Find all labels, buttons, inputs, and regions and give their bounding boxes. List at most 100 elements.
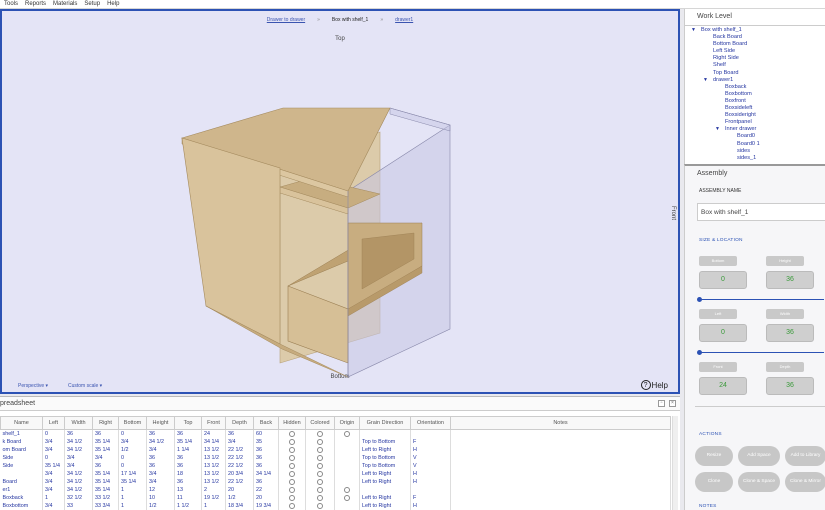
table-cell[interactable]: 19 1/2 xyxy=(201,494,226,502)
table-cell[interactable] xyxy=(450,502,671,510)
scale-dropdown[interactable]: Custom scale ▾ xyxy=(68,383,102,389)
table-cell[interactable]: V xyxy=(410,454,451,462)
table-cell[interactable] xyxy=(450,478,671,486)
table-cell[interactable] xyxy=(334,454,360,462)
table-cell[interactable]: H xyxy=(410,502,451,510)
table-cell[interactable] xyxy=(450,486,671,494)
table-cell[interactable]: 34 1/4 xyxy=(253,470,279,478)
table-cell[interactable]: 24 xyxy=(201,429,226,438)
table-cell[interactable]: 13 xyxy=(174,486,202,494)
depth-input[interactable]: 36 xyxy=(766,377,814,395)
table-cell[interactable]: 34 1/2 xyxy=(64,486,93,494)
tree-item[interactable]: Board0 1 xyxy=(685,141,825,148)
table-cell[interactable]: 11 xyxy=(174,494,202,502)
column-header[interactable]: Hidden xyxy=(278,416,306,430)
column-header[interactable]: Orientation xyxy=(410,416,451,430)
table-cell[interactable]: 3/4 xyxy=(118,438,147,446)
tree-item[interactable]: Shelf xyxy=(685,62,825,69)
table-cell[interactable]: 34 1/2 xyxy=(64,438,93,446)
table-row[interactable]: Side 35 1/4 3/4 36 0 36 36 13 1/2 22 1/2 36 Top to… xyxy=(0,462,671,470)
table-cell[interactable]: 22 1/2 xyxy=(225,446,254,454)
table-cell[interactable]: 35 1/4 xyxy=(92,438,119,446)
close-icon[interactable]: × xyxy=(669,400,676,407)
table-cell[interactable]: 0 xyxy=(42,454,65,462)
table-cell[interactable]: er1 xyxy=(0,486,43,494)
table-cell[interactable]: 34 1/2 xyxy=(146,438,175,446)
assembly-name-input[interactable]: Box with shelf_1 xyxy=(697,203,825,221)
toggle-circle-icon[interactable] xyxy=(317,478,323,485)
toggle-circle-icon[interactable] xyxy=(317,486,323,493)
column-header[interactable]: Right xyxy=(92,416,119,430)
tree-item[interactable]: Boxfront xyxy=(685,98,825,105)
table-cell[interactable] xyxy=(450,438,671,446)
table-row[interactable]: om Board 3/4 34 1/2 35 1/4 1/2 3/4 1 1/4 13 1/2… xyxy=(0,446,671,454)
table-cell[interactable]: 35 1/4 xyxy=(174,438,202,446)
tree-item[interactable]: Boxsideleft xyxy=(685,105,825,112)
table-cell[interactable]: 13 1/2 xyxy=(201,454,226,462)
toggle-circle-icon[interactable] xyxy=(289,470,295,477)
clone-button[interactable]: Clone xyxy=(695,472,733,492)
table-cell[interactable]: 1 xyxy=(118,502,147,510)
table-cell[interactable]: 36 xyxy=(92,462,119,470)
column-header[interactable]: Top xyxy=(174,416,202,430)
bottom-input[interactable]: 0 xyxy=(699,271,747,289)
column-header[interactable]: Front xyxy=(201,416,226,430)
table-cell[interactable] xyxy=(278,454,306,462)
table-cell[interactable]: 1 xyxy=(118,486,147,494)
tree-item[interactable]: sides xyxy=(685,148,825,155)
menu-tools[interactable]: Tools xyxy=(4,1,18,7)
table-cell[interactable]: 33 1/2 xyxy=(92,494,119,502)
vertical-slider[interactable] xyxy=(699,299,824,300)
table-cell[interactable]: 19 3/4 xyxy=(253,502,279,510)
table-cell[interactable] xyxy=(334,446,360,454)
column-header[interactable]: Height xyxy=(146,416,175,430)
toggle-circle-icon[interactable] xyxy=(289,478,295,485)
table-cell[interactable]: 20 3/4 xyxy=(225,470,254,478)
table-cell[interactable] xyxy=(305,438,335,446)
table-cell[interactable] xyxy=(334,462,360,470)
expand-arrow-icon[interactable]: ▼ xyxy=(715,126,720,133)
table-cell[interactable] xyxy=(359,429,411,438)
toggle-circle-icon[interactable] xyxy=(317,494,323,501)
table-cell[interactable]: 22 1/2 xyxy=(225,454,254,462)
table-cell[interactable]: 3/4 xyxy=(42,470,65,478)
expand-arrow-icon[interactable]: ▼ xyxy=(703,77,708,84)
table-cell[interactable]: 3/4 xyxy=(92,454,119,462)
table-cell[interactable]: 36 xyxy=(92,429,119,438)
column-header[interactable]: Origin xyxy=(334,416,360,430)
table-cell[interactable] xyxy=(278,502,306,510)
horizontal-slider[interactable] xyxy=(699,352,824,353)
table-cell[interactable]: 0 xyxy=(118,462,147,470)
toggle-circle-icon[interactable] xyxy=(344,486,350,493)
table-cell[interactable]: 60 xyxy=(253,429,279,438)
toggle-circle-icon[interactable] xyxy=(317,430,323,437)
toggle-circle-icon[interactable] xyxy=(289,502,295,509)
table-cell[interactable]: H xyxy=(410,478,451,486)
table-cell[interactable] xyxy=(305,446,335,454)
expand-arrow-icon[interactable]: ▼ xyxy=(691,27,696,34)
tree-item[interactable]: Boxback xyxy=(685,84,825,91)
table-cell[interactable]: 0 xyxy=(118,454,147,462)
table-cell[interactable]: V xyxy=(410,462,451,470)
tree-item[interactable]: Right Side xyxy=(685,55,825,62)
table-cell[interactable]: 35 1/4 xyxy=(92,478,119,486)
table-cell[interactable]: 10 xyxy=(146,494,175,502)
width-input[interactable]: 36 xyxy=(766,324,814,342)
table-cell[interactable]: 17 1/4 xyxy=(118,470,147,478)
table-cell[interactable]: Top to Bottom xyxy=(359,462,411,470)
table-cell[interactable] xyxy=(410,486,451,494)
column-header[interactable]: Depth xyxy=(225,416,254,430)
table-cell[interactable]: 36 xyxy=(253,446,279,454)
tree-item[interactable]: Top Board xyxy=(685,70,825,77)
menu-help[interactable]: Help xyxy=(107,1,119,7)
table-cell[interactable]: 36 xyxy=(64,429,93,438)
table-row[interactable]: 3/4 34 1/2 35 1/4 17 1/4 3/4 18 13 1/2 20 3/4 34… xyxy=(0,470,671,478)
tree-item[interactable]: ▼ drawer1 xyxy=(685,77,825,84)
table-cell[interactable]: 22 xyxy=(253,486,279,494)
tree-item[interactable]: ▼ Box with shelf_1 xyxy=(685,27,825,34)
column-header[interactable]: Back xyxy=(253,416,279,430)
table-cell[interactable]: k Board xyxy=(0,438,43,446)
table-cell[interactable]: 18 3/4 xyxy=(225,502,254,510)
table-cell[interactable]: Board xyxy=(0,478,43,486)
column-header[interactable]: Grain Direction xyxy=(359,416,411,430)
